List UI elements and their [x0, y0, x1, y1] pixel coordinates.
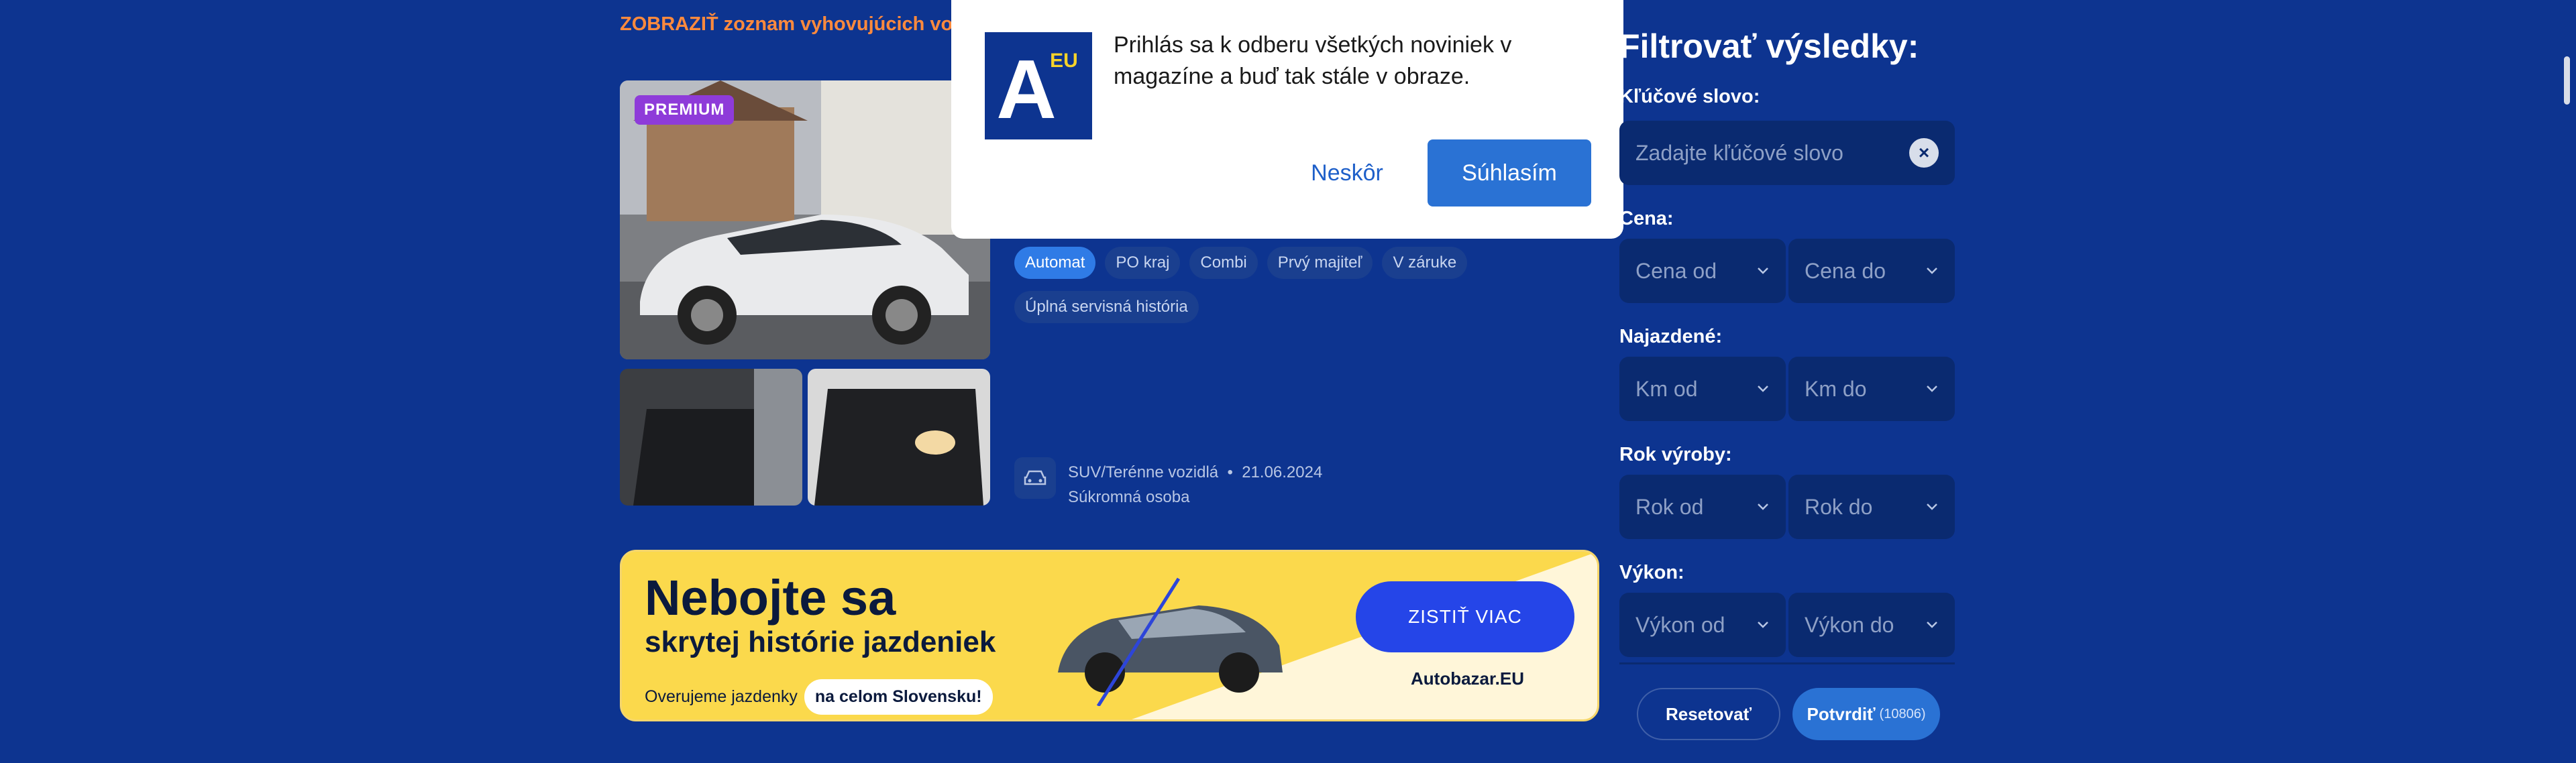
- keyword-input[interactable]: Zadajte kľúčové slovo ×: [1619, 121, 1955, 185]
- power-to-value: Výkon do: [1805, 613, 1894, 637]
- year-to-value: Rok do: [1805, 495, 1873, 519]
- later-button[interactable]: Neskôr: [1281, 139, 1413, 207]
- listing-meta: SUV/Terénne vozidlá • 21.06.2024 Súkromn…: [1068, 460, 1322, 510]
- ad-banner[interactable]: Nebojte sa skrytej histórie jazdeniek Ov…: [620, 550, 1599, 721]
- km-from-value: Km od: [1635, 377, 1698, 401]
- thumbnail-2[interactable]: [808, 369, 990, 506]
- svg-text:A: A: [996, 44, 1057, 136]
- power-from-select[interactable]: Výkon od: [1619, 593, 1786, 657]
- filter-divider: [1619, 662, 1955, 664]
- banner-brand: Autobazar.EU: [1411, 668, 1525, 689]
- trunk-photo-2: [808, 369, 990, 506]
- keyword-placeholder: Zadajte kľúčové slovo: [1635, 141, 1843, 165]
- mileage-label: Najazdené:: [1619, 326, 1723, 347]
- banner-subtitle: skrytej histórie jazdeniek: [645, 626, 996, 658]
- chevron-down-icon: [1927, 386, 1937, 392]
- banner-title: Nebojte sa: [645, 570, 896, 626]
- tag-region[interactable]: PO kraj: [1105, 247, 1181, 279]
- confirm-label: Potvrdiť: [1807, 703, 1876, 724]
- power-from-value: Výkon od: [1635, 613, 1725, 637]
- tag-warranty[interactable]: V záruke: [1382, 247, 1468, 279]
- km-to-select[interactable]: Km do: [1788, 357, 1955, 421]
- result-count: (10806): [1879, 706, 1926, 721]
- chevron-down-icon: [1927, 622, 1937, 628]
- confirm-button[interactable]: Potvrdiť (10806): [1792, 688, 1940, 740]
- premium-badge: PREMIUM: [635, 95, 735, 125]
- price-to-select[interactable]: Cena do: [1788, 239, 1955, 303]
- filter-title: Filtrovať výsledky:: [1619, 27, 1919, 65]
- chevron-down-icon: [1927, 504, 1937, 510]
- chevron-down-icon: [1758, 504, 1768, 510]
- price-label: Cena:: [1619, 208, 1674, 229]
- km-from-select[interactable]: Km od: [1619, 357, 1786, 421]
- seller-type: Súkromná osoba: [1068, 488, 1190, 506]
- category: SUV/Terénne vozidlá: [1068, 463, 1219, 481]
- power-label: Výkon:: [1619, 562, 1684, 583]
- damaged-car-image: [1058, 577, 1283, 706]
- newsletter-popup: A EU Prihlás sa k odberu všetkých novini…: [951, 0, 1623, 239]
- price-from-value: Cena od: [1635, 259, 1717, 283]
- thumbnail-1[interactable]: [620, 369, 802, 506]
- banner-small: Overujeme jazdenky na celom Slovensku!: [645, 679, 993, 715]
- clear-icon[interactable]: ×: [1909, 138, 1939, 168]
- tag-service-history[interactable]: Úplná servisná história: [1014, 291, 1199, 323]
- year-from-select[interactable]: Rok od: [1619, 475, 1786, 539]
- chevron-down-icon: [1927, 268, 1937, 274]
- chevron-down-icon: [1758, 268, 1768, 274]
- banner-pill: na celom Slovensku!: [804, 679, 993, 715]
- tag-automat[interactable]: Automat: [1014, 247, 1096, 279]
- agree-button[interactable]: Súhlasím: [1428, 139, 1591, 207]
- tag-first-owner[interactable]: Prvý majiteľ: [1267, 247, 1373, 279]
- listing-date: 21.06.2024: [1242, 463, 1323, 481]
- scrollbar[interactable]: [2564, 56, 2570, 105]
- price-to-value: Cena do: [1805, 259, 1886, 283]
- reset-button[interactable]: Resetovať: [1637, 688, 1780, 740]
- power-to-select[interactable]: Výkon do: [1788, 593, 1955, 657]
- year-to-select[interactable]: Rok do: [1788, 475, 1955, 539]
- popup-message: Prihlás sa k odberu všetkých noviniek v …: [1114, 32, 1512, 89]
- learn-more-button[interactable]: ZISTIŤ VIAC: [1356, 581, 1574, 652]
- chevron-down-icon: [1758, 386, 1768, 392]
- banner-small-text: Overujeme jazdenky: [645, 687, 798, 706]
- year-label: Rok výroby:: [1619, 444, 1732, 465]
- chevron-down-icon: [1758, 622, 1768, 628]
- km-to-value: Km do: [1805, 377, 1867, 401]
- car-icon: [1014, 457, 1056, 499]
- keyword-label: Kľúčové slovo:: [1619, 86, 1760, 107]
- autobazar-logo: A EU: [985, 32, 1092, 139]
- year-from-value: Rok od: [1635, 495, 1704, 519]
- show-results-link[interactable]: ZOBRAZIŤ zoznam vyhovujúcich voz: [620, 13, 963, 36]
- svg-text:EU: EU: [1050, 50, 1078, 72]
- feature-tags: Automat PO kraj Combi Prvý majiteľ V záruke …: [1014, 247, 1524, 335]
- tag-combi[interactable]: Combi: [1189, 247, 1258, 279]
- reset-label: Resetovať: [1665, 703, 1752, 724]
- price-from-select[interactable]: Cena od: [1619, 239, 1786, 303]
- trunk-photo-1: [620, 369, 802, 506]
